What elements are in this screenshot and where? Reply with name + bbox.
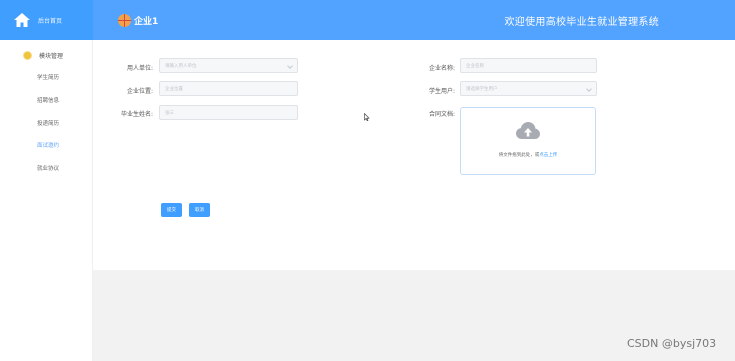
company-location-label: 企业位置:: [126, 88, 153, 95]
menu-dot-icon: [24, 52, 31, 59]
student-user-select[interactable]: 请选择学生用户: [460, 81, 597, 96]
company-name-label: 企业名称:: [428, 65, 455, 72]
student-user-label: 学生用户:: [428, 88, 455, 95]
menu-group-label: 模块管理: [39, 53, 64, 60]
employer-unit-label: 用人单位:: [126, 65, 153, 72]
contract-file-label: 合同文档:: [428, 111, 455, 118]
upload-hint: 将文件拖到此处，或点击上传: [461, 152, 595, 158]
company-name-field[interactable]: 企业名称: [460, 58, 597, 73]
watermark: CSDN @bysj703: [627, 337, 717, 350]
main-content: 用人单位: 请输入用人单位 企业位置: 企业位置 毕业生姓名: 张三 企业名称:…: [93, 40, 735, 361]
top-bar: 企业1 欢迎使用高校毕业生就业管理系统: [93, 0, 735, 40]
system-title: 欢迎使用高校毕业生就业管理系统: [504, 17, 659, 28]
sidebar-item-submit-resume[interactable]: 投递简历: [37, 119, 59, 127]
cancel-button[interactable]: 取消: [189, 203, 210, 217]
home-link[interactable]: 后台首页: [0, 0, 93, 40]
graduate-name-label: 毕业生姓名:: [120, 111, 153, 118]
upload-link[interactable]: 点击上传: [539, 153, 557, 158]
graduate-name-field[interactable]: 张三: [159, 105, 298, 120]
menu-group-module-management[interactable]: 模块管理: [24, 51, 63, 60]
company-avatar-icon[interactable]: [118, 13, 131, 27]
form-panel: 用人单位: 请输入用人单位 企业位置: 企业位置 毕业生姓名: 张三 企业名称:…: [93, 40, 735, 270]
upload-hint-text: 将文件拖到此处，或: [498, 153, 540, 158]
company-name[interactable]: 企业1: [134, 14, 158, 27]
upload-cloud-icon: [516, 122, 540, 139]
sidebar-item-interview-invite[interactable]: 面试邀约: [37, 141, 59, 149]
mouse-cursor-icon: [364, 113, 370, 121]
sidebar-item-employment-agreement[interactable]: 就业协议: [37, 164, 59, 172]
submit-button[interactable]: 提交: [161, 203, 182, 217]
app-header: 后台首页 企业1 欢迎使用高校毕业生就业管理系统: [0, 0, 735, 40]
sidebar: 模块管理 学生简历 招聘信息 投递简历 面试邀约 就业协议: [0, 40, 93, 361]
company-location-field[interactable]: 企业位置: [159, 81, 298, 96]
home-icon: [14, 13, 30, 27]
sidebar-item-student-resume[interactable]: 学生简历: [37, 73, 59, 81]
sidebar-item-recruitment[interactable]: 招聘信息: [37, 96, 59, 104]
employer-unit-select[interactable]: 请输入用人单位: [159, 58, 298, 73]
home-label: 后台首页: [38, 17, 63, 25]
contract-upload-dropzone[interactable]: 将文件拖到此处，或点击上传: [460, 107, 596, 175]
